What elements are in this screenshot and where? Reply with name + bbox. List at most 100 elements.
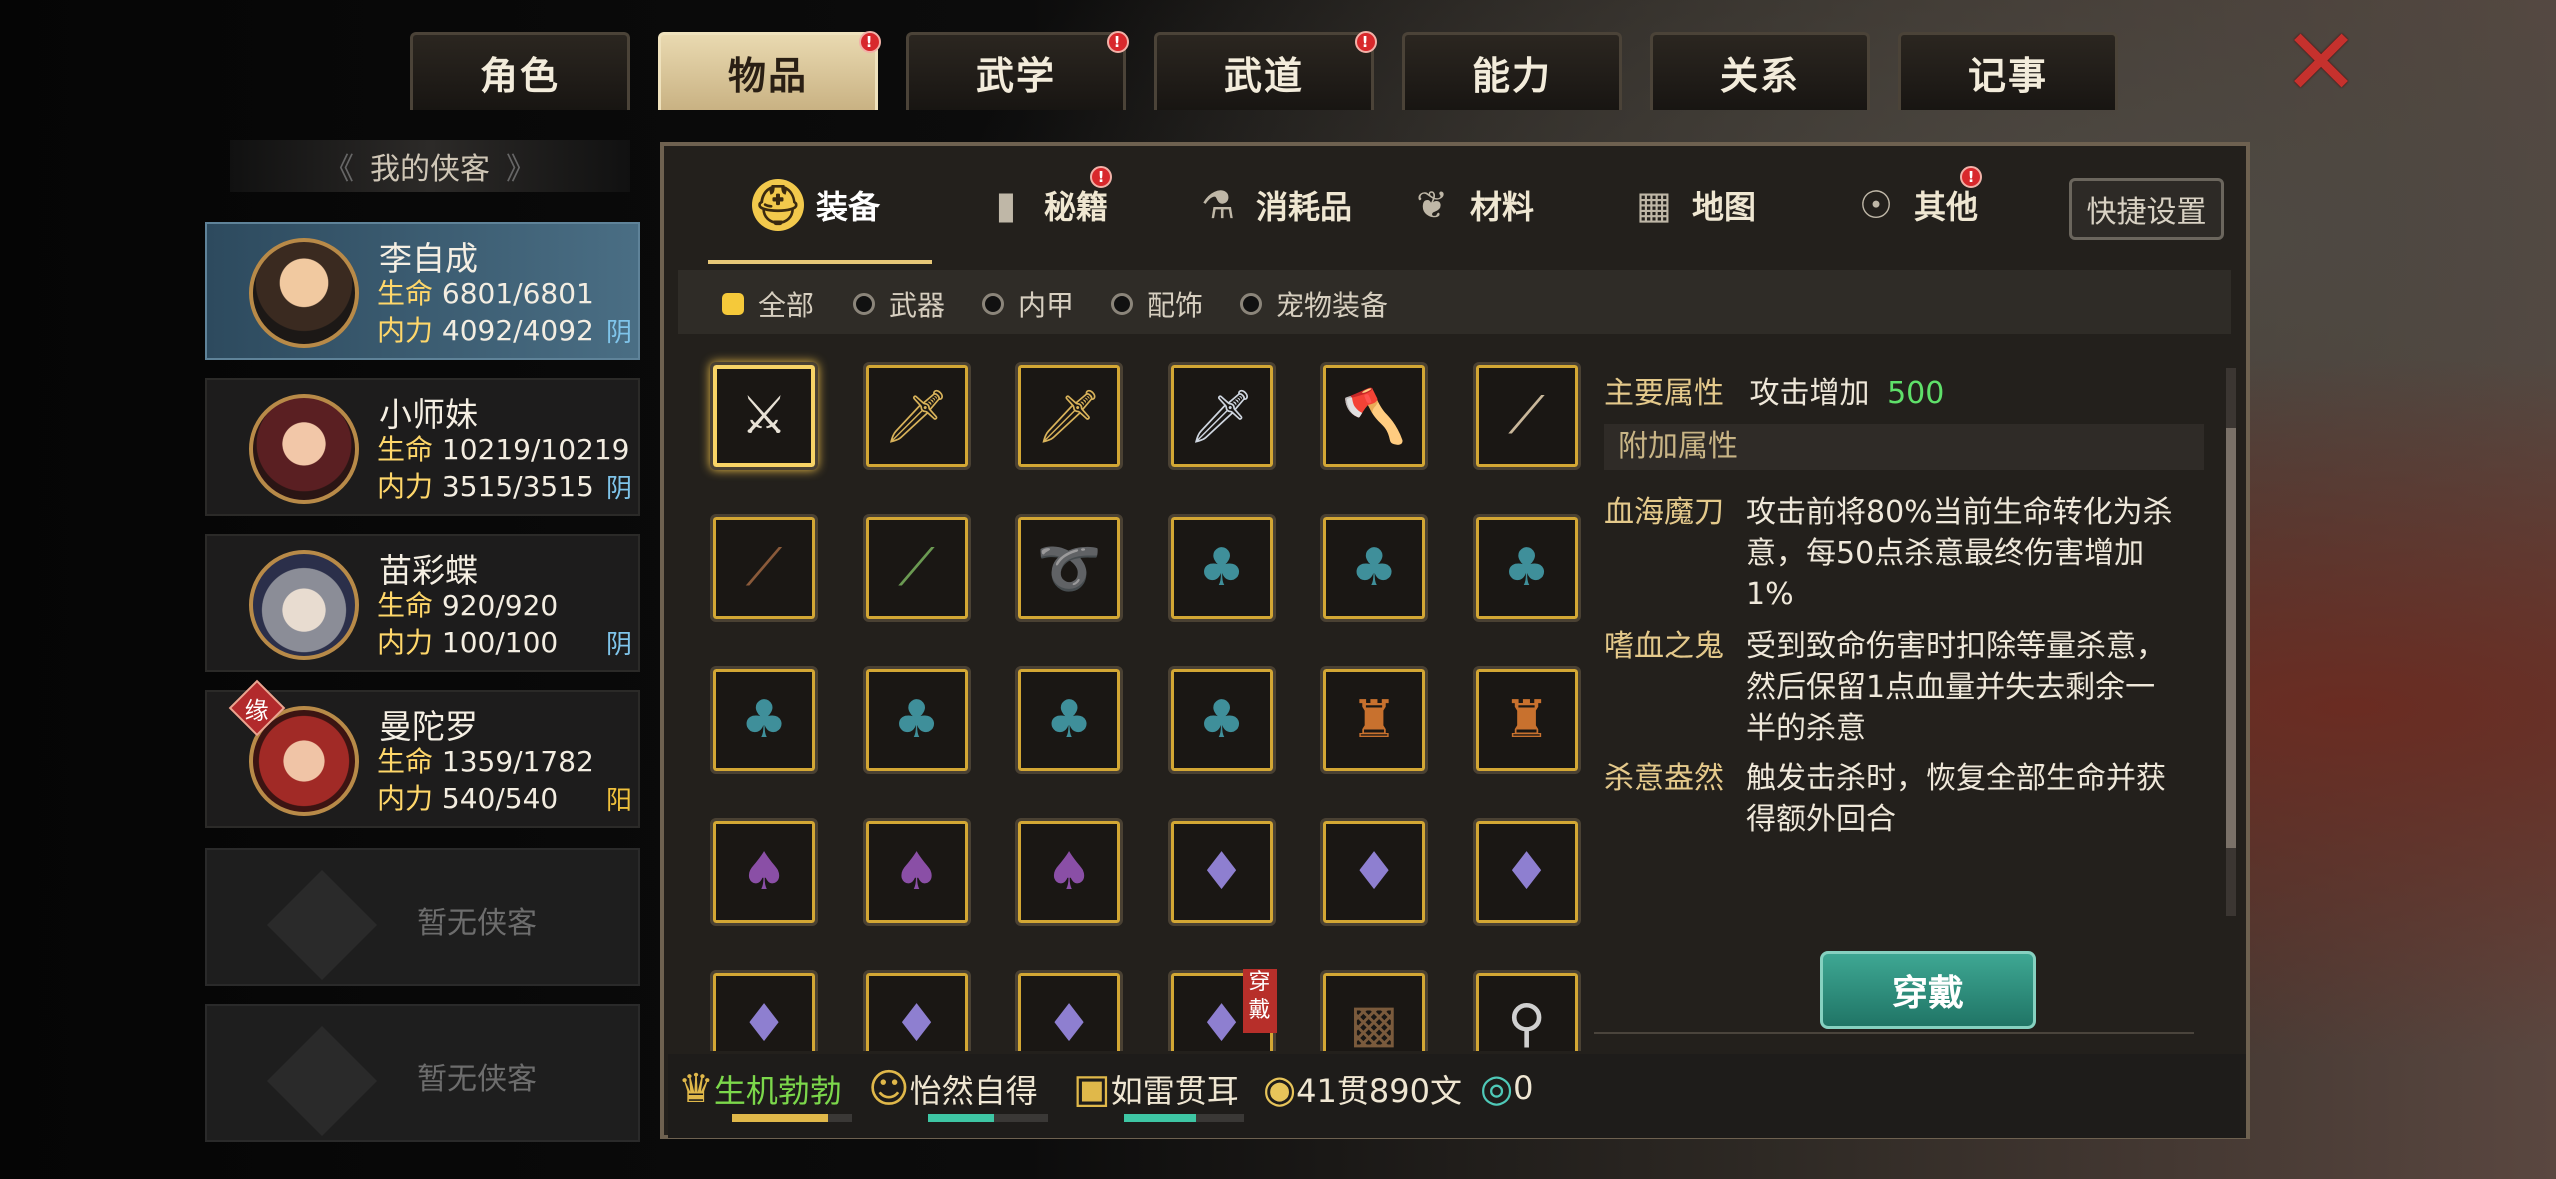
item-slot[interactable]: ♦ [1167, 818, 1276, 926]
smile-icon: ☺ [868, 1066, 910, 1112]
yin-yang-tag: 阳 [605, 786, 632, 816]
yin-yang-tag: 阴 [605, 630, 632, 660]
item-slot[interactable]: ♠ [710, 818, 818, 926]
empty-hero-slot[interactable]: 暂无侠客 [205, 1004, 640, 1142]
robe-icon: ♠ [1045, 842, 1093, 902]
item-slot[interactable]: ⟋ [862, 514, 971, 622]
detail-scrollbar[interactable] [2226, 368, 2236, 916]
wear-button[interactable]: 穿戴 [1820, 951, 2036, 1029]
hero-mp: 内力 540/540 [377, 782, 559, 815]
divider [1594, 1032, 2194, 1034]
silhouette-icon [267, 870, 377, 980]
item-slot[interactable]: ♦ 穿戴 [1167, 969, 1277, 1051]
vest-icon: ▩ [1349, 994, 1399, 1051]
spear-icon: ⟋ [1508, 385, 1545, 446]
coin-icon: ◉ [1263, 1067, 1297, 1111]
item-slot[interactable]: ⚔ [710, 362, 818, 470]
item-slot[interactable]: ♠ [862, 818, 971, 926]
item-slot[interactable]: ♠ [1015, 818, 1123, 926]
my-heroes-header: 《我的侠客》 [230, 140, 630, 192]
tab-relations[interactable]: 关系 [1650, 32, 1870, 110]
hero-card[interactable]: 苗彩蝶 生命 920/920 内力 100/100 阴 [205, 534, 640, 672]
cloak-icon: ♣ [1198, 690, 1245, 750]
quick-settings-button[interactable]: 快捷设置 [2069, 178, 2224, 240]
notification-badge: ! [1355, 31, 1377, 53]
gem-display: ◎ 0 [1480, 1066, 1534, 1110]
cloak-icon: ♣ [893, 690, 940, 750]
item-slot[interactable]: ♣ [1015, 666, 1123, 774]
robe-icon: ♠ [893, 842, 940, 902]
item-grid: ⚔ 🗡 🗡 🗡 🪓 ⟋ ⟋ ⟋ ➰ ♣ ♣ ♣ ♣ ♣ ♣ ♣ ♜ ♜ ♠ ♠ ♠ ♦ ♦ ♦ ♦ ♦ ♦ ♦ 穿戴 ▩ ⚲ [664, 146, 1604, 1051]
item-slot[interactable]: ♣ [1320, 514, 1428, 622]
item-slot[interactable]: 🗡 [1015, 362, 1123, 470]
hero-hp: 生命 10219/10219 [377, 433, 630, 466]
item-slot[interactable]: ♣ [862, 666, 971, 774]
item-slot[interactable]: ♦ [862, 970, 971, 1051]
item-slot[interactable]: ⟋ [710, 514, 818, 622]
cloak-icon: ♣ [1045, 690, 1093, 750]
sword-icon: 🗡 [1036, 386, 1103, 447]
hero-card[interactable]: 缘 曼陀罗 生命 1359/1782 内力 540/540 阳 [205, 679, 640, 828]
money-display: ◉ 41贯890文 [1263, 1067, 1462, 1111]
item-slot[interactable]: ♣ [1167, 666, 1276, 774]
item-slot[interactable]: ♦ [1320, 818, 1428, 926]
hero-card[interactable]: 小师妹 生命 10219/10219 内力 3515/3515 阴 [205, 378, 640, 516]
notification-badge: ! [859, 31, 881, 53]
avatar [249, 550, 359, 660]
item-slot[interactable]: ▩ [1320, 970, 1428, 1051]
item-slot[interactable]: ♦ [1015, 970, 1123, 1051]
item-slot[interactable]: ♜ [1320, 666, 1428, 774]
status-vitality: ♛ 生机勃勃 [678, 1066, 842, 1112]
whip-icon: ➰ [1036, 538, 1102, 599]
item-slot[interactable]: 🗡 [862, 362, 971, 470]
status-mood: ☺ 怡然自得 [868, 1066, 1038, 1112]
subtab-others[interactable]: ☉ 其他 ! [1850, 146, 1982, 264]
hero-mp: 内力 4092/4092 [377, 314, 594, 347]
hero-hp: 生命 1359/1782 [377, 745, 594, 778]
tab-role[interactable]: 角色 [410, 32, 630, 110]
worn-tag: 穿戴 [1242, 969, 1277, 1033]
item-slot[interactable]: ♜ [1472, 666, 1581, 774]
tab-martial-path[interactable]: 武道 ! [1154, 31, 1377, 110]
extra-attribute-header: 附加属性 [1604, 424, 2204, 470]
hero-hp: 生命 6801/6801 [377, 277, 594, 310]
robe-icon: ♠ [740, 842, 788, 902]
tab-martial-arts[interactable]: 武学 ! [906, 31, 1129, 110]
cloak-icon: ♣ [1350, 538, 1398, 598]
gown-icon: ♦ [1503, 842, 1550, 902]
empty-slot-label: 暂无侠客 [417, 906, 537, 941]
item-slot[interactable]: ⚲ [1472, 970, 1581, 1051]
notification-badge: ! [1960, 166, 1982, 188]
notification-badge: ! [1107, 31, 1129, 53]
misc-icon: ☉ [1858, 183, 1894, 227]
flute-icon: ⟋ [898, 537, 935, 598]
hero-mp: 内力 3515/3515 [377, 470, 594, 503]
item-slot[interactable]: ♣ [1472, 514, 1581, 622]
subtab-maps[interactable]: ▦ 地图 [1628, 146, 1756, 264]
avatar [249, 394, 359, 504]
avatar [249, 238, 359, 348]
main-attribute: 主要属性 攻击增加 500 [1604, 376, 1945, 411]
item-slot[interactable]: ➰ [1015, 514, 1123, 622]
status-bar: ♛ 生机勃勃 ☺ 怡然自得 ▣ 如雷贯耳 ◉ 41贯890文 ◎ 0 [668, 1054, 2246, 1138]
item-slot[interactable]: ♦ [710, 970, 818, 1051]
item-slot[interactable]: ♣ [710, 666, 818, 774]
hero-card[interactable]: 李自成 生命 6801/6801 内力 4092/4092 阴 [205, 222, 640, 360]
item-slot[interactable]: ♦ [1472, 818, 1581, 926]
map-icon: ▦ [1636, 183, 1672, 227]
tab-abilities[interactable]: 能力 [1402, 32, 1622, 110]
cloak-icon: ♣ [740, 690, 788, 750]
item-slot[interactable]: 🪓 [1320, 362, 1428, 470]
inventory-panel: ⛑ 装备 ▮ 秘籍 ! ⚗ 消耗品 ❦ 材料 ▦ 地图 ☉ 其他 ! 快捷设置 全部 武器 … [660, 142, 2250, 1139]
armor-icon: ♜ [1350, 690, 1398, 750]
yin-yang-tag: 阴 [605, 474, 632, 504]
item-slot[interactable]: ⟋ [1472, 362, 1581, 470]
tab-items[interactable]: 物品 ! [658, 31, 881, 110]
empty-hero-slot[interactable]: 暂无侠客 [205, 848, 640, 986]
close-icon[interactable]: ✕ [2278, 17, 2364, 109]
tab-journal[interactable]: 记事 [1898, 32, 2118, 110]
item-slot[interactable]: ♣ [1167, 514, 1276, 622]
status-bar-fill [732, 1114, 852, 1122]
item-slot[interactable]: 🗡 [1167, 362, 1276, 470]
saber-icon: ⚔ [740, 386, 788, 446]
